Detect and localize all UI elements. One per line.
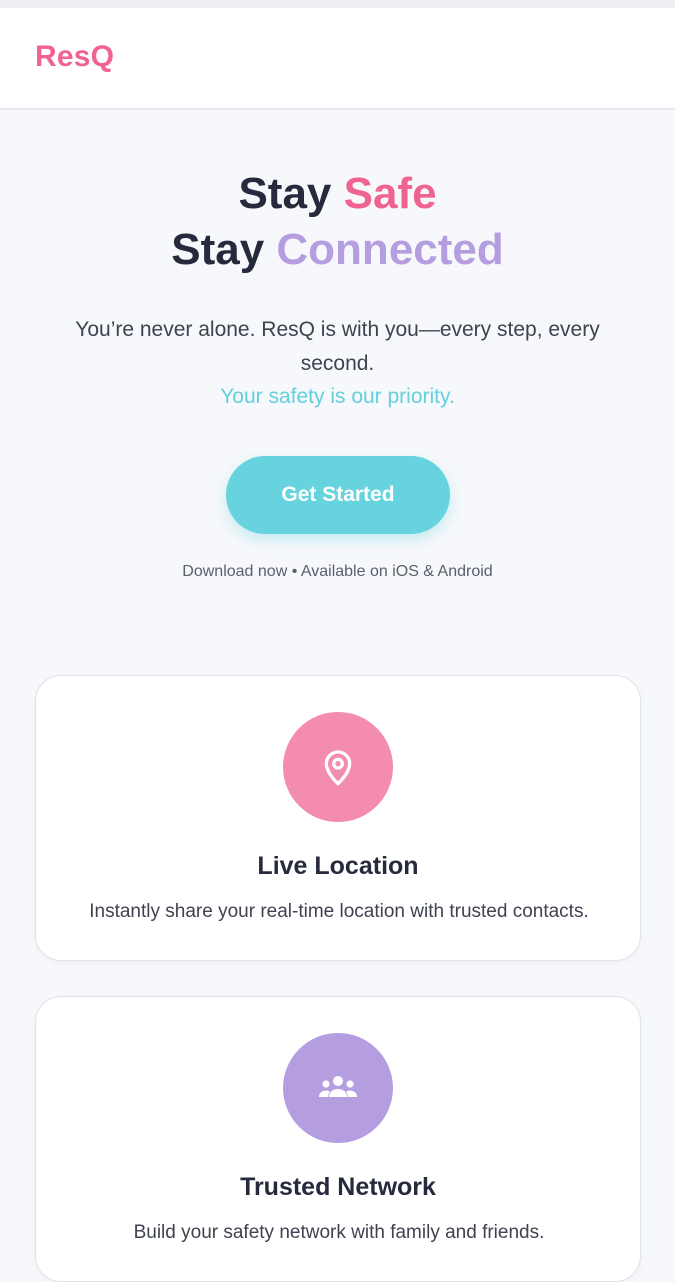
hero-line-1-prefix: Stay [238, 169, 344, 218]
feature-description: Instantly share your real-time location … [89, 901, 589, 922]
hero-priority-text: Your safety is our priority. [220, 385, 455, 408]
top-strip [0, 0, 675, 8]
feature-card-live-location: Live Location Instantly share your real-… [35, 675, 641, 961]
get-started-button[interactable]: Get Started [226, 456, 450, 534]
app-header: ResQ [0, 8, 675, 110]
hero-title: Stay Safe Stay Connected [0, 166, 675, 278]
people-group-icon [283, 1033, 393, 1143]
feature-title: Live Location [257, 852, 419, 880]
hero-accent-safe: Safe [343, 169, 437, 218]
brand-logo[interactable]: ResQ [35, 40, 114, 74]
download-note: Download now • Available on iOS & Androi… [182, 563, 493, 580]
map-pin-icon [283, 712, 393, 822]
hero-line-2-prefix: Stay [171, 225, 277, 274]
hero-line-2: Stay Connected [171, 225, 504, 274]
feature-description: Build your safety network with family an… [133, 1222, 545, 1243]
hero-accent-connected: Connected [276, 225, 504, 274]
hero-subtitle: You’re never alone. ResQ is with you—eve… [75, 318, 600, 375]
feature-card-trusted-network: Trusted Network Build your safety networ… [35, 996, 641, 1282]
hero-line-1: Stay Safe [238, 169, 436, 218]
feature-title: Trusted Network [240, 1173, 436, 1201]
